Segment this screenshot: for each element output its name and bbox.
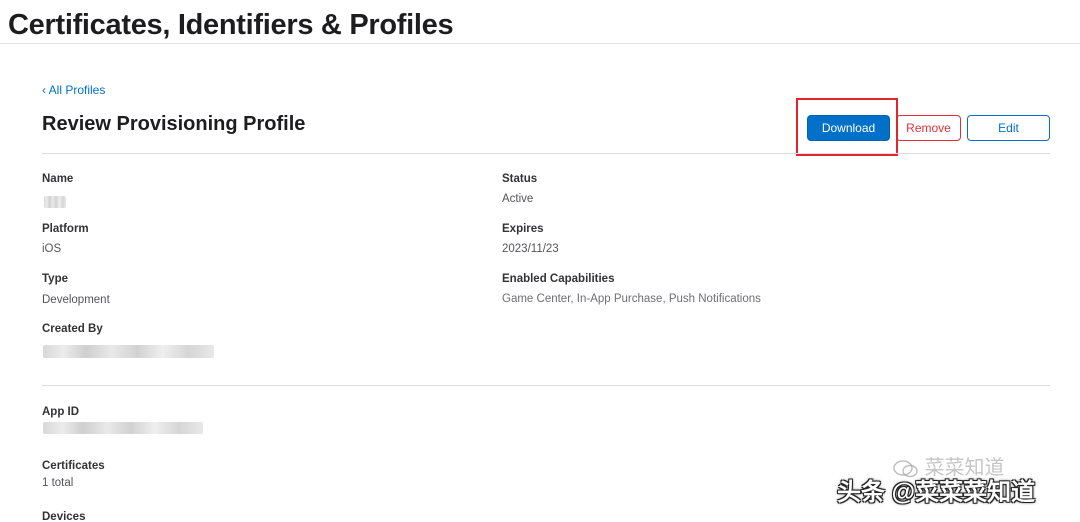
- type-value: Development: [42, 294, 110, 306]
- watermark-secondary-text: 菜菜知道: [924, 457, 1005, 479]
- back-to-all-profiles-link[interactable]: ‹ All Profiles: [42, 83, 105, 97]
- edit-button[interactable]: Edit: [967, 115, 1050, 141]
- created-by-value-redacted: [43, 345, 214, 358]
- created-by-label: Created By: [42, 323, 103, 335]
- platform-value: iOS: [42, 243, 62, 255]
- page-title: Certificates, Identifiers & Profiles: [8, 9, 454, 41]
- certificates-label: Certificates: [42, 460, 105, 472]
- status-label: Status: [502, 173, 538, 185]
- watermark-primary: 头条 @菜菜菜知道: [837, 479, 1036, 506]
- capabilities-value: Game Center, In-App Purchase, Push Notif…: [502, 293, 761, 305]
- type-label: Type: [42, 273, 68, 285]
- platform-label: Platform: [42, 223, 89, 235]
- name-value-redacted: [44, 196, 66, 208]
- expires-label: Expires: [502, 223, 544, 235]
- title-divider: [42, 153, 1050, 154]
- expires-value: 2023/11/23: [502, 243, 559, 255]
- app-id-value-redacted: [43, 422, 203, 434]
- app-id-label: App ID: [42, 406, 80, 418]
- devices-label: Devices: [42, 511, 86, 522]
- download-button[interactable]: Download: [807, 115, 890, 141]
- wechat-logo-icon: [893, 459, 918, 477]
- watermark-secondary: 菜菜知道: [893, 456, 1005, 480]
- capabilities-label: Enabled Capabilities: [502, 273, 615, 285]
- profile-heading: Review Provisioning Profile: [42, 113, 306, 135]
- page-header: Certificates, Identifiers & Profiles: [8, 6, 454, 44]
- remove-button[interactable]: Remove: [896, 115, 961, 141]
- header-divider: [0, 43, 1080, 44]
- status-value: Active: [502, 193, 534, 205]
- section-divider: [42, 385, 1050, 386]
- name-label: Name: [42, 173, 74, 185]
- certificates-value: 1 total: [42, 477, 74, 489]
